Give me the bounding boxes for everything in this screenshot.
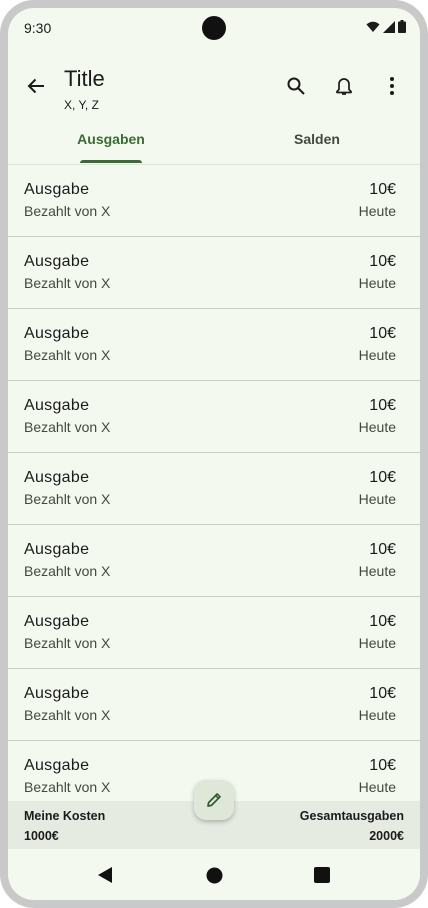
expense-row[interactable]: Ausgabe Bezahlt von X 10€ Heute [8,525,420,597]
tab-bar: Ausgaben Salden [8,120,420,165]
expense-date: Heute [358,419,396,435]
expense-list: Ausgabe Bezahlt von X 10€ Heute Ausgabe Bezah… [8,165,420,801]
expense-amount: 10€ [369,181,396,198]
status-bar: 9:30 [8,8,420,48]
status-time: 9:30 [24,20,52,36]
expense-title: Ausgabe [24,181,90,198]
signal-icon [383,20,395,33]
expense-paid-by: Bezahlt von X [24,563,111,579]
expense-paid-by: Bezahlt von X [24,635,111,651]
expense-date: Heute [358,275,396,291]
pencil-icon [207,793,221,807]
expense-date: Heute [358,779,396,795]
expense-amount: 10€ [369,253,396,270]
expense-paid-by: Bezahlt von X [24,203,111,219]
expense-paid-by: Bezahlt von X [24,419,111,435]
total-expenses-value: 2000€ [369,829,404,843]
my-costs-label: Meine Kosten [24,809,106,823]
nav-back-button[interactable] [96,866,114,884]
expense-title: Ausgabe [24,325,90,342]
nav-home-button[interactable] [205,866,223,884]
battery-icon [398,20,406,33]
screen: 9:30 Title X, Y, Z Ausgaben Salden Ausga… [8,8,420,900]
search-button[interactable] [278,68,314,104]
search-icon [287,77,305,95]
nav-back-icon [98,867,112,883]
expense-title: Ausgabe [24,469,90,486]
my-costs-value: 1000€ [24,829,59,843]
wifi-icon [366,21,380,32]
expense-amount: 10€ [369,613,396,630]
expense-amount: 10€ [369,541,396,558]
expense-title: Ausgabe [24,685,90,702]
tab-expenses[interactable]: Ausgaben [8,120,214,164]
nav-recents-button[interactable] [313,866,331,884]
expense-title: Ausgabe [24,541,90,558]
expense-amount: 10€ [369,685,396,702]
expense-date: Heute [358,347,396,363]
back-button[interactable] [20,70,52,102]
add-expense-fab[interactable] [194,780,234,820]
expense-date: Heute [358,491,396,507]
expense-date: Heute [358,635,396,651]
expense-date: Heute [358,203,396,219]
expense-amount: 10€ [369,397,396,414]
expense-title: Ausgabe [24,613,90,630]
expense-row[interactable]: Ausgabe Bezahlt von X 10€ Heute [8,669,420,741]
system-navigation-bar [8,849,420,900]
expense-amount: 10€ [369,325,396,342]
status-icons [366,20,406,33]
total-expenses-label: Gesamtausgaben [299,809,404,823]
nav-home-icon [206,867,222,883]
expense-paid-by: Bezahlt von X [24,347,111,363]
expense-row[interactable]: Ausgabe Bezahlt von X 10€ Heute [8,597,420,669]
more-vert-icon [390,77,394,95]
camera-cutout [202,16,226,40]
expense-paid-by: Bezahlt von X [24,491,111,507]
expense-amount: 10€ [369,757,396,774]
nav-recents-icon [314,867,330,883]
notifications-button[interactable] [326,68,362,104]
tab-indicator [80,160,142,163]
expense-title: Ausgabe [24,253,90,270]
expense-paid-by: Bezahlt von X [24,707,111,723]
expense-date: Heute [358,707,396,723]
expense-amount: 10€ [369,469,396,486]
expense-title: Ausgabe [24,757,90,774]
expense-row[interactable]: Ausgabe Bezahlt von X 10€ Heute [8,381,420,453]
top-app-bar: Title X, Y, Z [8,48,420,120]
expense-row[interactable]: Ausgabe Bezahlt von X 10€ Heute [8,309,420,381]
expense-row[interactable]: Ausgabe Bezahlt von X 10€ Heute [8,165,420,237]
page-title: Title [64,66,105,91]
expense-row[interactable]: Ausgabe Bezahlt von X 10€ Heute [8,237,420,309]
expense-title: Ausgabe [24,397,90,414]
expense-date: Heute [358,563,396,579]
page-subtitle: X, Y, Z [64,98,99,112]
device-frame: 9:30 Title X, Y, Z Ausgaben Salden Ausga… [0,0,428,908]
expense-paid-by: Bezahlt von X [24,275,111,291]
more-options-button[interactable] [374,68,410,104]
expense-row[interactable]: Ausgabe Bezahlt von X 10€ Heute [8,453,420,525]
expense-paid-by: Bezahlt von X [24,779,111,795]
tab-balances[interactable]: Salden [214,120,420,164]
back-arrow-icon [27,78,44,94]
bell-icon [336,78,352,95]
